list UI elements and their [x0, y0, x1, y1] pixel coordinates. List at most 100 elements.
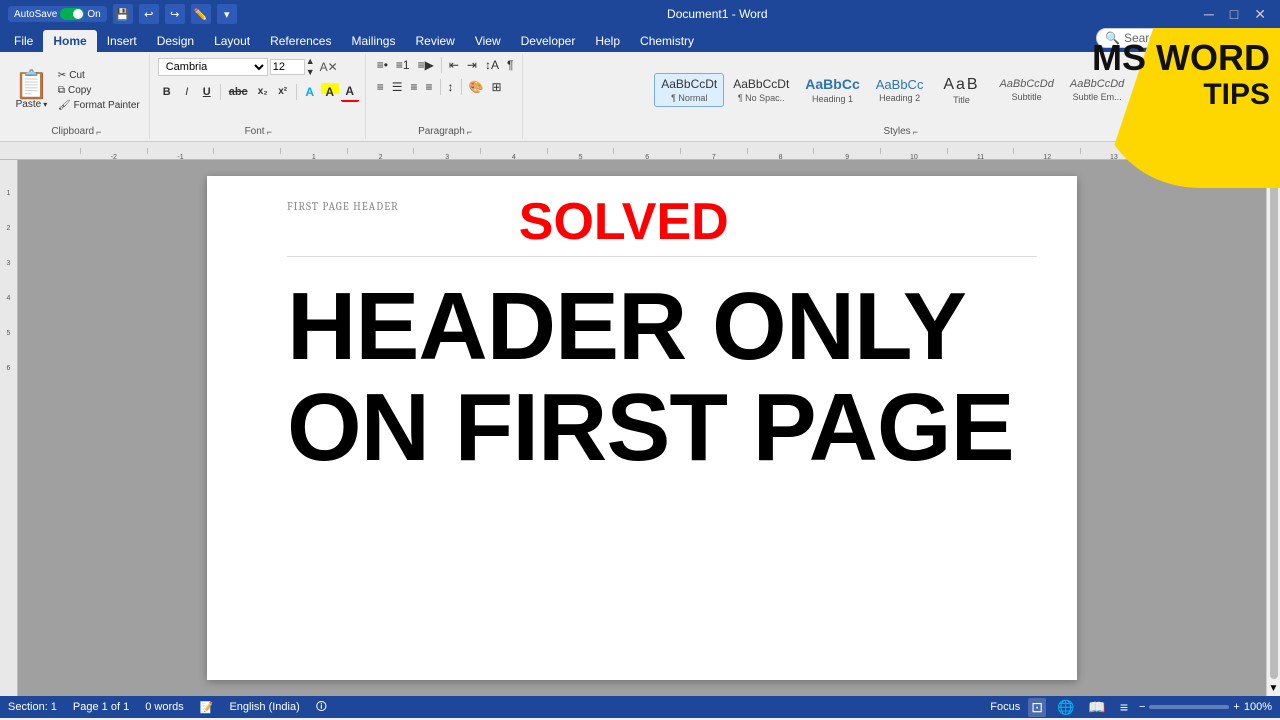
tab-view[interactable]: View	[465, 30, 511, 52]
font-size-decrease[interactable]: ▼	[306, 67, 315, 78]
tab-review[interactable]: Review	[405, 30, 464, 52]
styles-strip: AaBbCcDt ¶ Normal AaBbCcDt ¶ No Spac.. A…	[654, 71, 1131, 109]
style-subtle-emphasis[interactable]: AaBbCcDd Subtle Em...	[1063, 74, 1131, 106]
zoom-slider[interactable]	[1149, 705, 1229, 709]
styles-expand-icon[interactable]: ⌐	[913, 127, 918, 137]
vertical-scrollbar[interactable]: ▲ ▼	[1266, 160, 1280, 696]
strikethrough-button[interactable]: abc	[225, 84, 252, 100]
close-button[interactable]: ✕	[1248, 6, 1272, 23]
tab-insert[interactable]: Insert	[97, 30, 147, 52]
style-no-spacing[interactable]: AaBbCcDt ¶ No Spac..	[726, 73, 796, 106]
font-expand-icon[interactable]: ⌐	[267, 127, 272, 137]
zoom-in-button[interactable]: +	[1233, 701, 1239, 713]
font-content: Cambria ▲ ▼ A✕ B I U abc x₂ x²	[158, 56, 359, 124]
style-subtitle[interactable]: AaBbCcDd Subtitle	[992, 74, 1060, 106]
paragraph-expand-icon[interactable]: ⌐	[467, 127, 472, 137]
scroll-up-button[interactable]: ▲	[1269, 162, 1279, 173]
autosave-button[interactable]: AutoSave On	[8, 6, 107, 22]
print-layout-view-button[interactable]: ⊡	[1028, 698, 1046, 717]
show-formatting-button[interactable]: ¶	[504, 56, 516, 74]
font-size-input[interactable]	[270, 59, 305, 75]
accessibility-icon[interactable]: 🛈	[316, 698, 327, 717]
left-ruler: 1 2 3 4 5 6	[0, 160, 18, 696]
style-normal[interactable]: AaBbCcDt ¶ Normal	[654, 73, 724, 106]
more-icon[interactable]: ▾	[217, 4, 237, 24]
underline-button[interactable]: U	[198, 84, 216, 100]
tab-home[interactable]: Home	[43, 30, 96, 52]
scroll-down-button[interactable]: ▼	[1269, 683, 1279, 694]
search-bar[interactable]: 🔍 Search	[1096, 28, 1276, 48]
font-size-increase[interactable]: ▲	[306, 56, 315, 67]
style-heading2[interactable]: AaBbCc Heading 2	[869, 73, 931, 108]
sort-button[interactable]: ↕A	[482, 56, 502, 74]
zoom-out-button[interactable]: −	[1139, 701, 1145, 713]
tab-developer[interactable]: Developer	[511, 30, 586, 52]
justify-button[interactable]: ≡	[423, 78, 436, 96]
section-info[interactable]: Section: 1	[8, 701, 57, 713]
save-icon[interactable]: 💾	[113, 4, 133, 24]
increase-indent-button[interactable]: ⇥	[464, 56, 480, 74]
font-color-button[interactable]: A	[341, 82, 359, 102]
zoom-level[interactable]: 100%	[1244, 701, 1272, 713]
clipboard-small-buttons: ✂ Cut ⧉ Copy 🖌 Format Painter	[55, 69, 143, 112]
paste-dropdown-icon[interactable]: ▾	[43, 100, 47, 109]
text-effects-button[interactable]: A	[301, 83, 319, 101]
superscript-button[interactable]: x²	[274, 84, 292, 99]
tab-file[interactable]: File	[4, 30, 43, 52]
tab-references[interactable]: References	[260, 30, 341, 52]
ruler-mark: 6	[613, 148, 680, 154]
redo-icon[interactable]: ↪	[165, 4, 185, 24]
read-mode-button[interactable]: 📖	[1085, 698, 1108, 717]
line-spacing-button[interactable]: ↕	[445, 78, 457, 96]
numbered-list-button[interactable]: ≡1	[393, 56, 413, 74]
font-separator-2	[296, 84, 297, 100]
subscript-button[interactable]: x₂	[254, 84, 272, 99]
word-count[interactable]: 0 words	[145, 701, 184, 713]
cut-button[interactable]: ✂ Cut	[55, 69, 143, 82]
styles-expand[interactable]: ⊞	[1135, 100, 1145, 111]
style-heading1[interactable]: AaBbCc Heading 1	[798, 72, 866, 108]
decrease-indent-button[interactable]: ⇤	[446, 56, 462, 74]
web-layout-view-button[interactable]: 🌐	[1054, 698, 1077, 717]
undo-icon[interactable]: ↩	[139, 4, 159, 24]
clipboard-content: 📋 Paste ▾ ✂ Cut ⧉ Copy 🖌 Format Painter	[10, 56, 143, 124]
styles-scroll-up[interactable]: ▲	[1135, 70, 1145, 81]
language-info[interactable]: English (India)	[229, 701, 299, 713]
customize-icon[interactable]: ✏️	[191, 4, 211, 24]
clipboard-expand-icon[interactable]: ⌐	[96, 127, 101, 137]
borders-button[interactable]: ⊞	[488, 78, 504, 96]
style-title[interactable]: AaB Title	[932, 71, 990, 109]
align-right-button[interactable]: ≡	[407, 78, 420, 96]
tab-layout[interactable]: Layout	[204, 30, 260, 52]
minimize-button[interactable]: ─	[1198, 6, 1220, 23]
autosave-toggle[interactable]	[60, 8, 84, 20]
ruler-mark: 13	[1080, 148, 1147, 154]
scroll-thumb[interactable]	[1270, 177, 1278, 679]
styles-scroll-down[interactable]: ▼	[1135, 85, 1145, 96]
track-changes-icon[interactable]: 📝	[200, 701, 214, 714]
outline-view-button[interactable]: ≡	[1117, 698, 1131, 716]
font-name-select[interactable]: Cambria	[158, 58, 268, 76]
align-center-button[interactable]: ☰	[389, 78, 406, 96]
paste-button[interactable]: 📋 Paste ▾	[10, 69, 53, 112]
italic-button[interactable]: I	[178, 84, 196, 100]
tab-help[interactable]: Help	[585, 30, 630, 52]
bullets-button[interactable]: ≡•	[374, 56, 391, 74]
document-body[interactable]: HEADER ONLY ON FIRST PAGE	[287, 277, 1037, 479]
copy-button[interactable]: ⧉ Copy	[55, 84, 143, 97]
clear-formatting-button[interactable]: A✕	[317, 59, 341, 75]
tab-chemistry[interactable]: Chemistry	[630, 30, 704, 52]
style-no-spacing-preview: AaBbCcDt	[733, 77, 789, 91]
tab-mailings[interactable]: Mailings	[341, 30, 405, 52]
format-painter-button[interactable]: 🖌 Format Painter	[55, 99, 143, 112]
document-page[interactable]: FIRST PAGE HEADER SOLVED HEADER ONLY ON …	[207, 176, 1077, 680]
tab-design[interactable]: Design	[147, 30, 204, 52]
page-info[interactable]: Page 1 of 1	[73, 701, 129, 713]
focus-label[interactable]: Focus	[990, 701, 1020, 713]
restore-button[interactable]: □	[1224, 6, 1244, 23]
align-left-button[interactable]: ≡	[374, 78, 387, 96]
bold-button[interactable]: B	[158, 84, 176, 100]
shading-button[interactable]: 🎨	[466, 78, 487, 96]
highlight-button[interactable]: A	[321, 83, 339, 101]
multilevel-list-button[interactable]: ≡▶	[415, 56, 437, 74]
